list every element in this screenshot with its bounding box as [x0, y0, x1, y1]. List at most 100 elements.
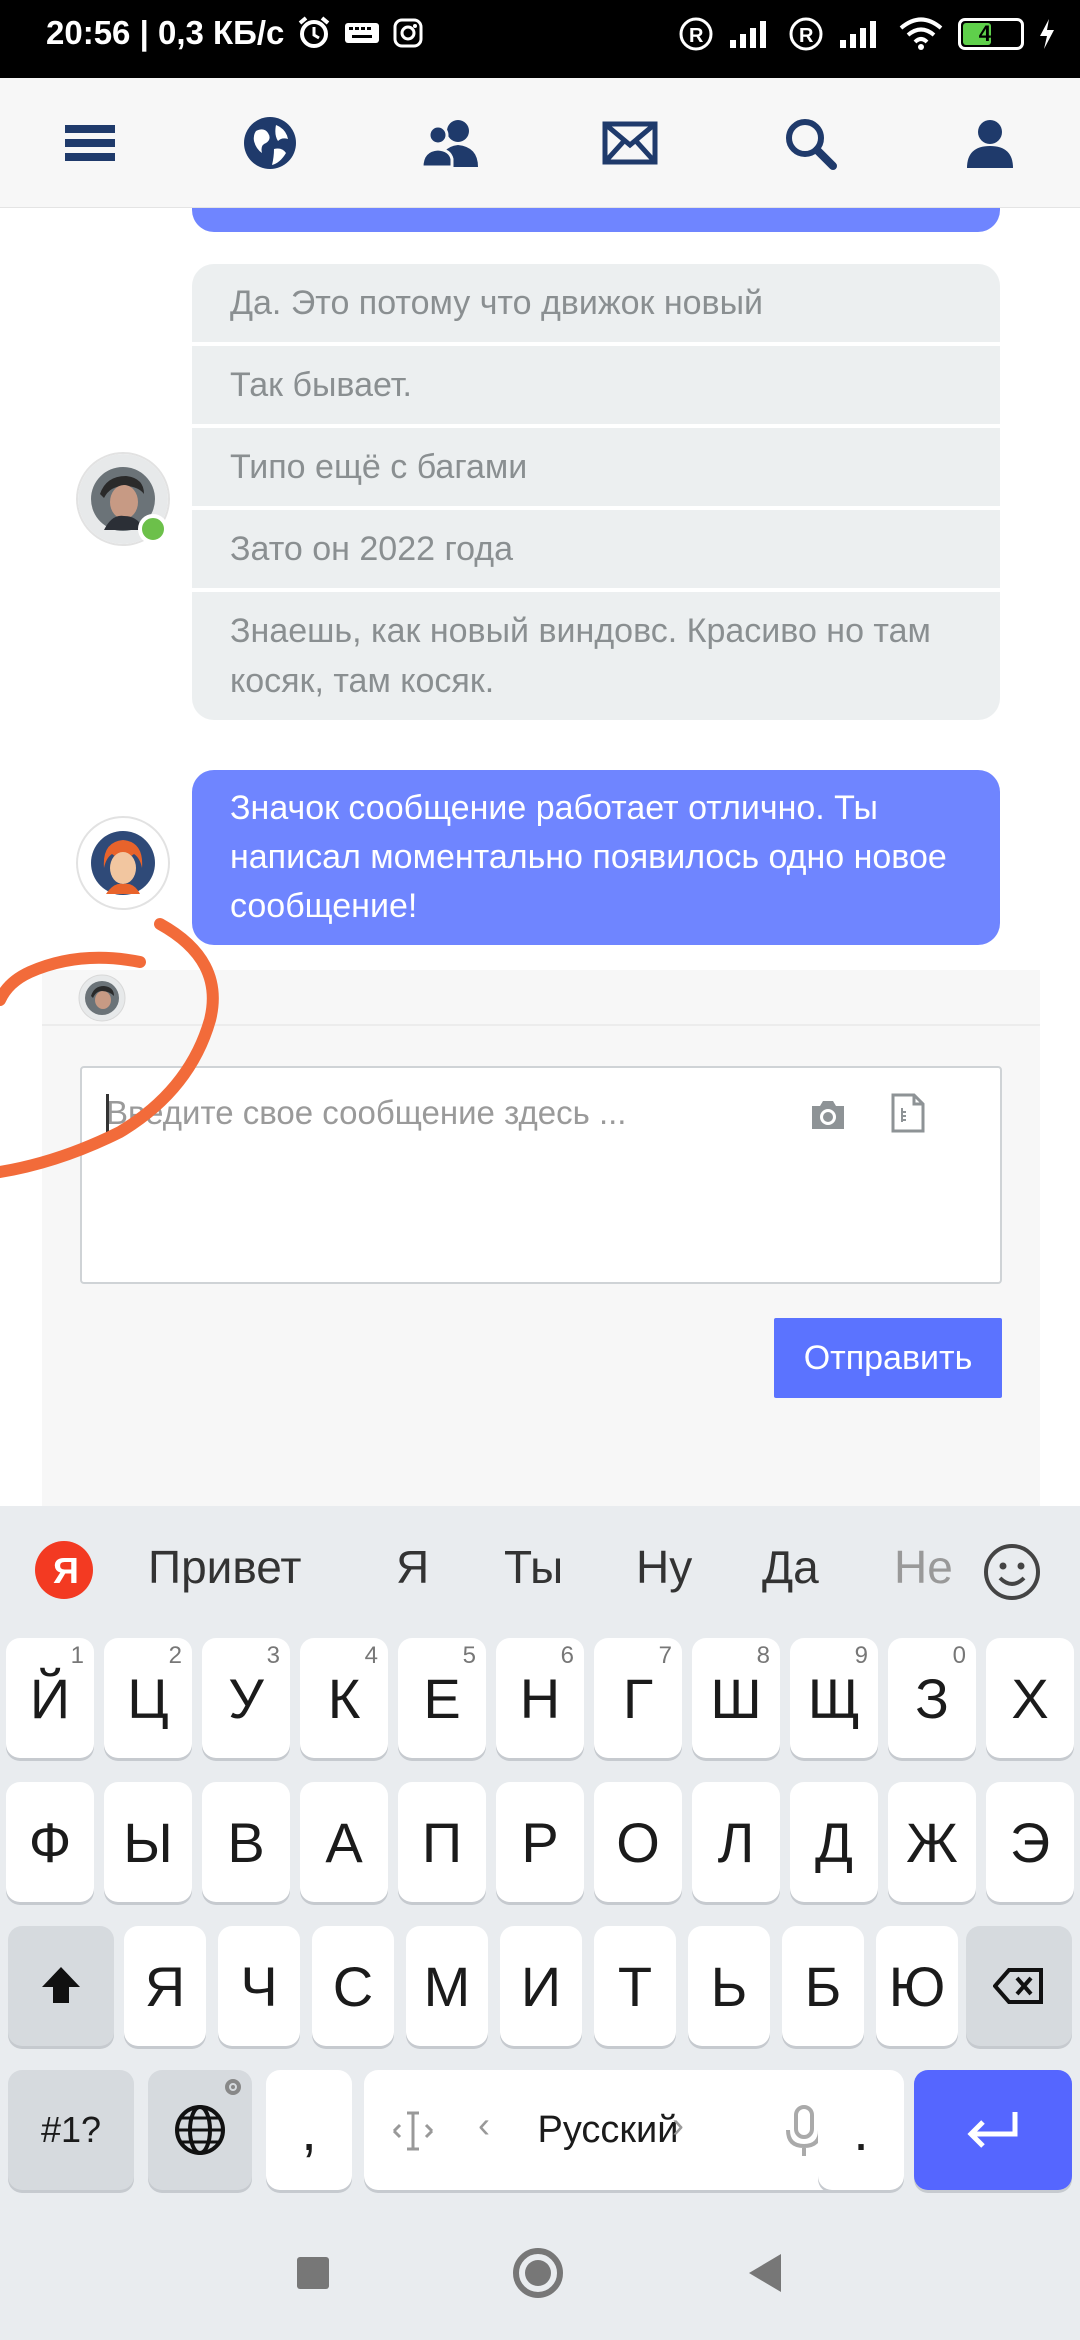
attach-file-icon[interactable] [890, 1092, 926, 1134]
letter-key[interactable]: О [594, 1782, 682, 1902]
suggestion[interactable]: Ты [504, 1540, 563, 1594]
letter-key[interactable]: Ы [104, 1782, 192, 1902]
recent-apps-icon[interactable] [295, 2255, 331, 2291]
letter-key[interactable]: Д [790, 1782, 878, 1902]
letter-key[interactable]: Ь [688, 1926, 770, 2046]
letter-key[interactable]: С [312, 1926, 394, 2046]
back-icon[interactable] [745, 2252, 785, 2294]
users-button[interactable] [405, 98, 495, 188]
suggestion[interactable]: Да [762, 1540, 819, 1594]
letter-key[interactable]: И [500, 1926, 582, 2046]
period-key[interactable]: . [818, 2070, 904, 2190]
key-number-hint: 0 [952, 1642, 966, 1669]
letter-key[interactable]: У3 [202, 1638, 290, 1758]
profile-button[interactable] [945, 98, 1035, 188]
emoji-icon[interactable] [982, 1542, 1042, 1602]
letter-key[interactable]: Й1 [6, 1638, 94, 1758]
key-label: Т [617, 1954, 653, 2018]
letter-key[interactable]: К4 [300, 1638, 388, 1758]
letter-key[interactable]: Л [692, 1782, 780, 1902]
key-label: В [227, 1810, 265, 1874]
letter-key[interactable]: Х [986, 1638, 1074, 1758]
key-label: Ж [906, 1810, 958, 1874]
key-number-hint: 7 [658, 1642, 672, 1669]
letter-key[interactable]: Э [986, 1782, 1074, 1902]
search-button[interactable] [765, 98, 855, 188]
camera-icon[interactable] [808, 1098, 848, 1132]
letter-key[interactable]: П [398, 1782, 486, 1902]
charging-icon [1040, 19, 1054, 49]
key-label: О [616, 1810, 660, 1874]
key-label: А [325, 1810, 363, 1874]
own-avatar[interactable] [78, 818, 168, 908]
message-input[interactable]: Введите свое сообщение здесь ... [80, 1066, 1002, 1284]
cursor-move-icon [392, 2111, 434, 2151]
chat-message: Знаешь, как новый виндовс. Красиво но та… [192, 592, 1000, 720]
letter-key[interactable]: Р [496, 1782, 584, 1902]
chat-message: Зато он 2022 года [192, 510, 1000, 588]
search-icon [786, 118, 837, 170]
letter-key[interactable]: В [202, 1782, 290, 1902]
system-navigation-bar [0, 2206, 1080, 2340]
enter-key[interactable] [914, 2070, 1072, 2190]
key-label: П [421, 1810, 463, 1874]
globe-icon [244, 116, 296, 169]
letter-key[interactable]: Е5 [398, 1638, 486, 1758]
top-navigation [0, 78, 1080, 208]
letter-key[interactable]: З0 [888, 1638, 976, 1758]
key-label: И [520, 1954, 562, 2018]
settings-gear-icon [225, 2079, 241, 2095]
suggestion[interactable]: Ну [636, 1540, 692, 1594]
status-time-speed: 20:56 | 0,3 КБ/с [46, 14, 285, 51]
letter-key[interactable]: Ш8 [692, 1638, 780, 1758]
letter-key[interactable]: Щ9 [790, 1638, 878, 1758]
letter-key[interactable]: Я [124, 1926, 206, 2046]
letter-key[interactable]: Ц2 [104, 1638, 192, 1758]
enter-icon [967, 2112, 1018, 2148]
letter-key[interactable]: Ч [218, 1926, 300, 2046]
language-switch-key[interactable] [148, 2070, 252, 2190]
letter-key[interactable]: М [406, 1926, 488, 2046]
battery-icon: 45 [958, 18, 1024, 50]
letter-key[interactable]: Ф [6, 1782, 94, 1902]
backspace-key[interactable] [966, 1926, 1072, 2046]
letter-key[interactable]: Г7 [594, 1638, 682, 1758]
key-label: Ч [240, 1954, 278, 2018]
key-label: З [915, 1666, 949, 1730]
chat-message: Так бывает. [192, 346, 1000, 424]
letter-key[interactable]: А [300, 1782, 388, 1902]
globe-icon [175, 2105, 225, 2155]
suggestion[interactable]: Не [894, 1540, 953, 1594]
message-composer: Введите свое сообщение здесь ... Отправи… [42, 970, 1040, 1510]
signal-icon-2 [840, 21, 876, 48]
home-icon[interactable] [511, 2246, 565, 2300]
letter-key[interactable]: Н6 [496, 1638, 584, 1758]
shift-icon [42, 1967, 80, 2003]
letter-key[interactable]: Т [594, 1926, 676, 2046]
letter-key[interactable]: Ю [876, 1926, 958, 2046]
globe-button[interactable] [225, 98, 315, 188]
comma-key[interactable]: , [266, 2070, 352, 2190]
key-label: Н [519, 1666, 561, 1730]
outgoing-message-group: Значок сообщение работает отлично. Ты на… [192, 770, 1000, 945]
users-icon [420, 119, 478, 168]
suggestion[interactable]: Привет [148, 1540, 301, 1594]
letter-key[interactable]: Б [782, 1926, 864, 2046]
profile-icon [967, 119, 1013, 168]
message-input-placeholder: Введите свое сообщение здесь ... [106, 1094, 627, 1131]
mail-icon [602, 121, 658, 164]
space-key[interactable]: ‹ Русский › [364, 2070, 852, 2190]
letter-key[interactable]: Ж [888, 1782, 976, 1902]
menu-button[interactable] [45, 98, 135, 188]
yandex-icon[interactable]: Я [34, 1540, 94, 1600]
shift-key[interactable] [8, 1926, 114, 2046]
messages-button[interactable] [585, 98, 675, 188]
send-button[interactable]: Отправить [774, 1318, 1002, 1398]
instagram-icon [393, 18, 423, 48]
key-label: Ю [888, 1954, 946, 2018]
key-number-hint: 1 [70, 1642, 84, 1669]
suggestion[interactable]: Я [396, 1540, 429, 1594]
symbols-key[interactable]: #1? [8, 2070, 134, 2190]
key-label: Е [423, 1666, 461, 1730]
backspace-icon [993, 1968, 1043, 2004]
